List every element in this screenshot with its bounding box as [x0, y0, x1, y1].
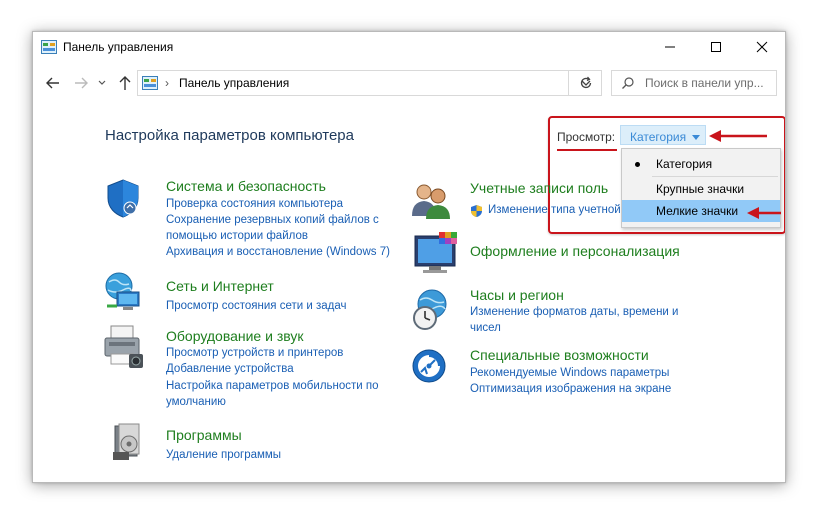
link-recommended-settings[interactable]: Рекомендуемые Windows параметры [470, 367, 669, 379]
category-system-security[interactable]: Система и безопасность [166, 178, 326, 194]
address-bar[interactable]: › Панель управления [137, 70, 602, 96]
page-title: Настройка параметров компьютера [105, 127, 354, 144]
category-hardware-sound[interactable]: Оборудование и звук [166, 328, 304, 344]
link-mobility-settings[interactable]: Настройка параметров мобильности по [166, 380, 379, 392]
control-panel-icon [41, 40, 57, 54]
programs-icon[interactable] [111, 422, 145, 467]
link-check-status[interactable]: Проверка состояния компьютера [166, 198, 343, 210]
link-uninstall-program[interactable]: Удаление программы [166, 449, 281, 461]
link-change-account-type[interactable]: Изменение типа учетной [488, 204, 621, 216]
category-network[interactable]: Сеть и Интернет [166, 278, 274, 294]
link-network-status[interactable]: Просмотр состояния сети и задач [166, 300, 346, 312]
printer-icon[interactable] [103, 324, 145, 375]
breadcrumb-separator-icon: › [165, 76, 169, 90]
link-mobility-settings-cont[interactable]: умолчанию [166, 396, 226, 408]
category-appearance[interactable]: Оформление и персонализация [470, 243, 680, 259]
annotation-arrow-icon [709, 130, 767, 142]
uac-shield-icon [471, 205, 482, 217]
up-button[interactable] [115, 72, 135, 94]
link-backup-restore[interactable]: Архивация и восстановление (Windows 7) [166, 246, 390, 258]
forward-button[interactable] [71, 72, 91, 94]
category-programs[interactable]: Программы [166, 427, 242, 443]
category-ease-of-access[interactable]: Специальные возможности [470, 347, 649, 363]
control-panel-window: Панель управления › Панель управления По… [32, 31, 786, 483]
annotation-arrow-icon [747, 207, 781, 219]
appearance-monitor-icon[interactable] [413, 232, 461, 281]
users-icon[interactable] [410, 182, 450, 225]
minimize-button[interactable] [647, 32, 693, 62]
window-title: Панель управления [63, 40, 174, 54]
control-panel-icon [142, 76, 158, 90]
maximize-button[interactable] [693, 32, 739, 62]
category-user-accounts[interactable]: Учетные записи поль [470, 180, 608, 196]
refresh-button[interactable] [568, 70, 602, 96]
shield-icon[interactable] [105, 178, 141, 223]
link-devices-printers[interactable]: Просмотр устройств и принтеров [166, 347, 343, 359]
close-button[interactable] [739, 32, 785, 62]
navigation-bar: › Панель управления Поиск в панели упр..… [33, 66, 785, 100]
annotation-underline [557, 149, 617, 151]
search-input[interactable]: Поиск в панели упр... [611, 70, 777, 96]
recent-locations-chevron-icon[interactable] [96, 72, 108, 94]
title-bar: Панель управления [33, 32, 785, 62]
category-clock-region[interactable]: Часы и регион [470, 287, 564, 303]
link-file-history[interactable]: Сохранение резервных копий файлов с [166, 214, 379, 226]
search-icon [622, 77, 634, 89]
link-add-device[interactable]: Добавление устройства [166, 363, 294, 375]
search-placeholder: Поиск в панели упр... [645, 76, 764, 90]
link-date-time-formats-cont[interactable]: чисел [470, 322, 501, 334]
link-optimize-display[interactable]: Оптимизация изображения на экране [470, 383, 671, 395]
clock-globe-icon[interactable] [410, 288, 452, 337]
breadcrumb[interactable]: Панель управления [179, 76, 289, 90]
link-date-time-formats[interactable]: Изменение форматов даты, времени и [470, 306, 678, 318]
globe-network-icon[interactable] [103, 270, 143, 317]
link-file-history-cont[interactable]: помощью истории файлов [166, 230, 308, 242]
back-button[interactable] [43, 72, 63, 94]
ease-of-access-icon[interactable] [411, 348, 447, 389]
